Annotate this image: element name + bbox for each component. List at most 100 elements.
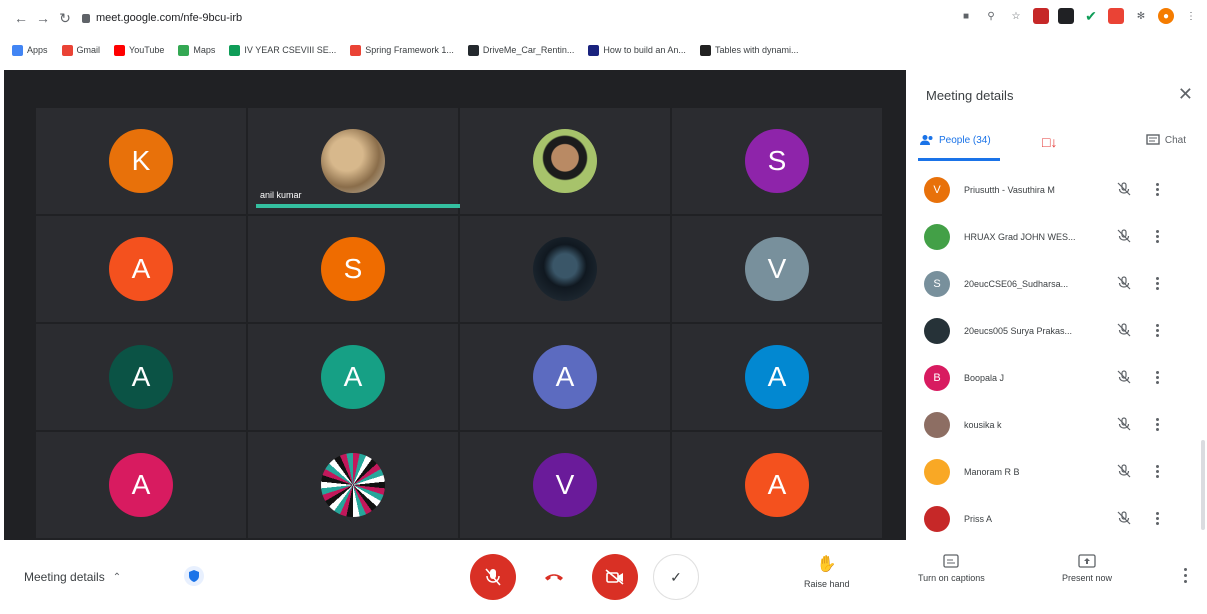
participant-tile[interactable]: V bbox=[460, 432, 670, 538]
avatar: S bbox=[924, 270, 950, 297]
avatar: S bbox=[321, 237, 385, 301]
list-item[interactable]: S 20eucCSE06_Sudharsa... bbox=[924, 260, 1194, 307]
raise-hand-button[interactable]: ✋ Raise hand bbox=[804, 554, 850, 589]
panel-scrollbar[interactable] bbox=[1201, 440, 1205, 530]
reload-icon[interactable]: ↻ bbox=[54, 7, 76, 29]
bookmark-item[interactable]: Gmail bbox=[61, 44, 100, 56]
lock-icon bbox=[82, 13, 90, 23]
avatar: V bbox=[533, 453, 597, 517]
more-icon[interactable] bbox=[1156, 418, 1160, 431]
bookmark-item[interactable]: How to build an An... bbox=[588, 44, 686, 56]
participant-tile[interactable]: A bbox=[248, 324, 458, 430]
participant-tile[interactable]: K bbox=[36, 108, 246, 214]
camera-off-button[interactable] bbox=[592, 554, 638, 600]
mic-off-icon[interactable] bbox=[1116, 228, 1134, 246]
avatar-photo bbox=[533, 237, 597, 301]
mic-off-icon[interactable] bbox=[1116, 510, 1134, 528]
list-item[interactable]: 20eucs005 Surya Prakas... bbox=[924, 307, 1194, 354]
more-icon[interactable] bbox=[1156, 277, 1160, 290]
check-ext-icon[interactable]: ✔ bbox=[1083, 8, 1099, 24]
extension-icon[interactable] bbox=[1058, 8, 1074, 24]
list-item[interactable]: HRUAX Grad JOHN WES... bbox=[924, 213, 1194, 260]
mic-off-icon[interactable] bbox=[1116, 416, 1134, 434]
grid-ext-icon[interactable] bbox=[1108, 8, 1124, 24]
more-icon[interactable] bbox=[1156, 465, 1160, 478]
bookmark-favicon-icon bbox=[467, 44, 479, 56]
bookmark-item[interactable]: YouTube bbox=[114, 44, 164, 56]
avatar: A bbox=[321, 345, 385, 409]
camera-icon[interactable]: ■ bbox=[958, 8, 974, 24]
speaking-indicator bbox=[256, 204, 468, 208]
mic-off-icon[interactable] bbox=[1116, 275, 1134, 293]
more-icon[interactable] bbox=[1156, 371, 1160, 384]
participant-tile[interactable]: A bbox=[672, 324, 882, 430]
list-item[interactable]: Manoram R B bbox=[924, 448, 1194, 495]
participant-name: kousika k bbox=[964, 419, 1002, 430]
list-item[interactable]: Priss A bbox=[924, 495, 1194, 542]
star-icon[interactable]: ☆ bbox=[1008, 8, 1024, 24]
meeting-details-panel: Meeting details ✕ People (34) □↓ Chat VP… bbox=[906, 70, 1207, 540]
participant-tile[interactable] bbox=[460, 216, 670, 322]
zoom-icon[interactable]: ⚲ bbox=[983, 8, 999, 24]
back-icon[interactable]: ← bbox=[10, 7, 32, 29]
captions-button[interactable]: Turn on captions bbox=[918, 554, 985, 583]
participant-tile[interactable]: anil kumar bbox=[248, 108, 468, 214]
puzzle-icon[interactable]: ✻ bbox=[1133, 8, 1149, 24]
participant-tile[interactable]: A bbox=[460, 324, 670, 430]
more-icon[interactable] bbox=[1156, 183, 1160, 196]
list-item[interactable]: V Priusutth - Vasuthira M bbox=[924, 166, 1194, 213]
security-shield-icon[interactable] bbox=[184, 566, 204, 586]
bookmark-favicon-icon bbox=[12, 44, 23, 56]
participant-tile[interactable]: A bbox=[36, 324, 246, 430]
bookmark-favicon-icon bbox=[588, 44, 600, 56]
bookmark-item[interactable]: DriveMe_Car_Rentin... bbox=[467, 44, 575, 56]
mic-off-button[interactable] bbox=[470, 554, 516, 600]
list-item[interactable]: kousika k bbox=[924, 401, 1194, 448]
more-icon[interactable] bbox=[1156, 512, 1160, 525]
participant-tile[interactable]: A bbox=[36, 432, 246, 538]
tab-chat[interactable]: Chat bbox=[1146, 134, 1186, 146]
bookmark-item[interactable]: Apps bbox=[12, 44, 48, 56]
mic-off-icon[interactable] bbox=[1116, 369, 1134, 387]
browser-menu-icon[interactable]: ⋮ bbox=[1183, 8, 1199, 24]
mic-off-icon[interactable] bbox=[1116, 463, 1134, 481]
bookmark-item[interactable]: Spring Framework 1... bbox=[350, 44, 454, 56]
tab-people[interactable]: People (34) bbox=[920, 134, 991, 146]
extensions: ■ ⚲ ☆ ✔ ✻ ● ⋮ bbox=[958, 8, 1199, 24]
bookmark-item[interactable]: Tables with dynami... bbox=[699, 44, 798, 56]
meeting-details-button[interactable]: Meeting details ⌃ bbox=[24, 570, 121, 584]
participant-tile[interactable] bbox=[460, 108, 670, 214]
meeting-details-label: Meeting details bbox=[24, 570, 105, 584]
more-icon[interactable] bbox=[1156, 324, 1160, 337]
bookmark-label: DriveMe_Car_Rentin... bbox=[482, 45, 575, 55]
more-icon[interactable] bbox=[1156, 230, 1160, 243]
check-icon: ✓ bbox=[670, 568, 682, 585]
shield-ext-icon[interactable] bbox=[1033, 8, 1049, 24]
mic-off-icon[interactable] bbox=[1116, 181, 1134, 199]
captions-label: Turn on captions bbox=[918, 573, 985, 583]
avatar bbox=[924, 505, 950, 532]
participant-tile[interactable]: A bbox=[672, 432, 882, 538]
avatar-photo bbox=[321, 129, 385, 193]
chevron-up-icon: ⌃ bbox=[112, 571, 122, 583]
more-controls-button[interactable]: ✓ bbox=[653, 554, 699, 600]
people-icon bbox=[920, 135, 933, 145]
bookmark-item[interactable]: Maps bbox=[178, 44, 215, 56]
profile-avatar[interactable]: ● bbox=[1158, 8, 1174, 24]
participant-tile[interactable]: S bbox=[248, 216, 458, 322]
address-bar[interactable]: meet.google.com/nfe-9bcu-irb bbox=[82, 12, 242, 24]
list-item[interactable]: B Boopala J bbox=[924, 354, 1194, 401]
bookmark-label: Spring Framework 1... bbox=[365, 45, 454, 55]
more-options-icon[interactable] bbox=[1184, 568, 1187, 583]
leave-call-button[interactable] bbox=[531, 554, 577, 600]
participant-tile[interactable]: V bbox=[672, 216, 882, 322]
bookmark-item[interactable]: IV YEAR CSEVIII SE... bbox=[229, 44, 336, 56]
close-icon[interactable]: ✕ bbox=[1178, 84, 1193, 105]
participant-tile[interactable] bbox=[248, 432, 458, 538]
present-now-button[interactable]: Present now bbox=[1062, 554, 1112, 583]
mic-off-icon[interactable] bbox=[1116, 322, 1134, 340]
participant-tile[interactable]: S bbox=[672, 108, 882, 214]
camera-off-icon bbox=[605, 569, 624, 585]
forward-icon[interactable]: → bbox=[32, 7, 54, 29]
participant-tile[interactable]: A bbox=[36, 216, 246, 322]
